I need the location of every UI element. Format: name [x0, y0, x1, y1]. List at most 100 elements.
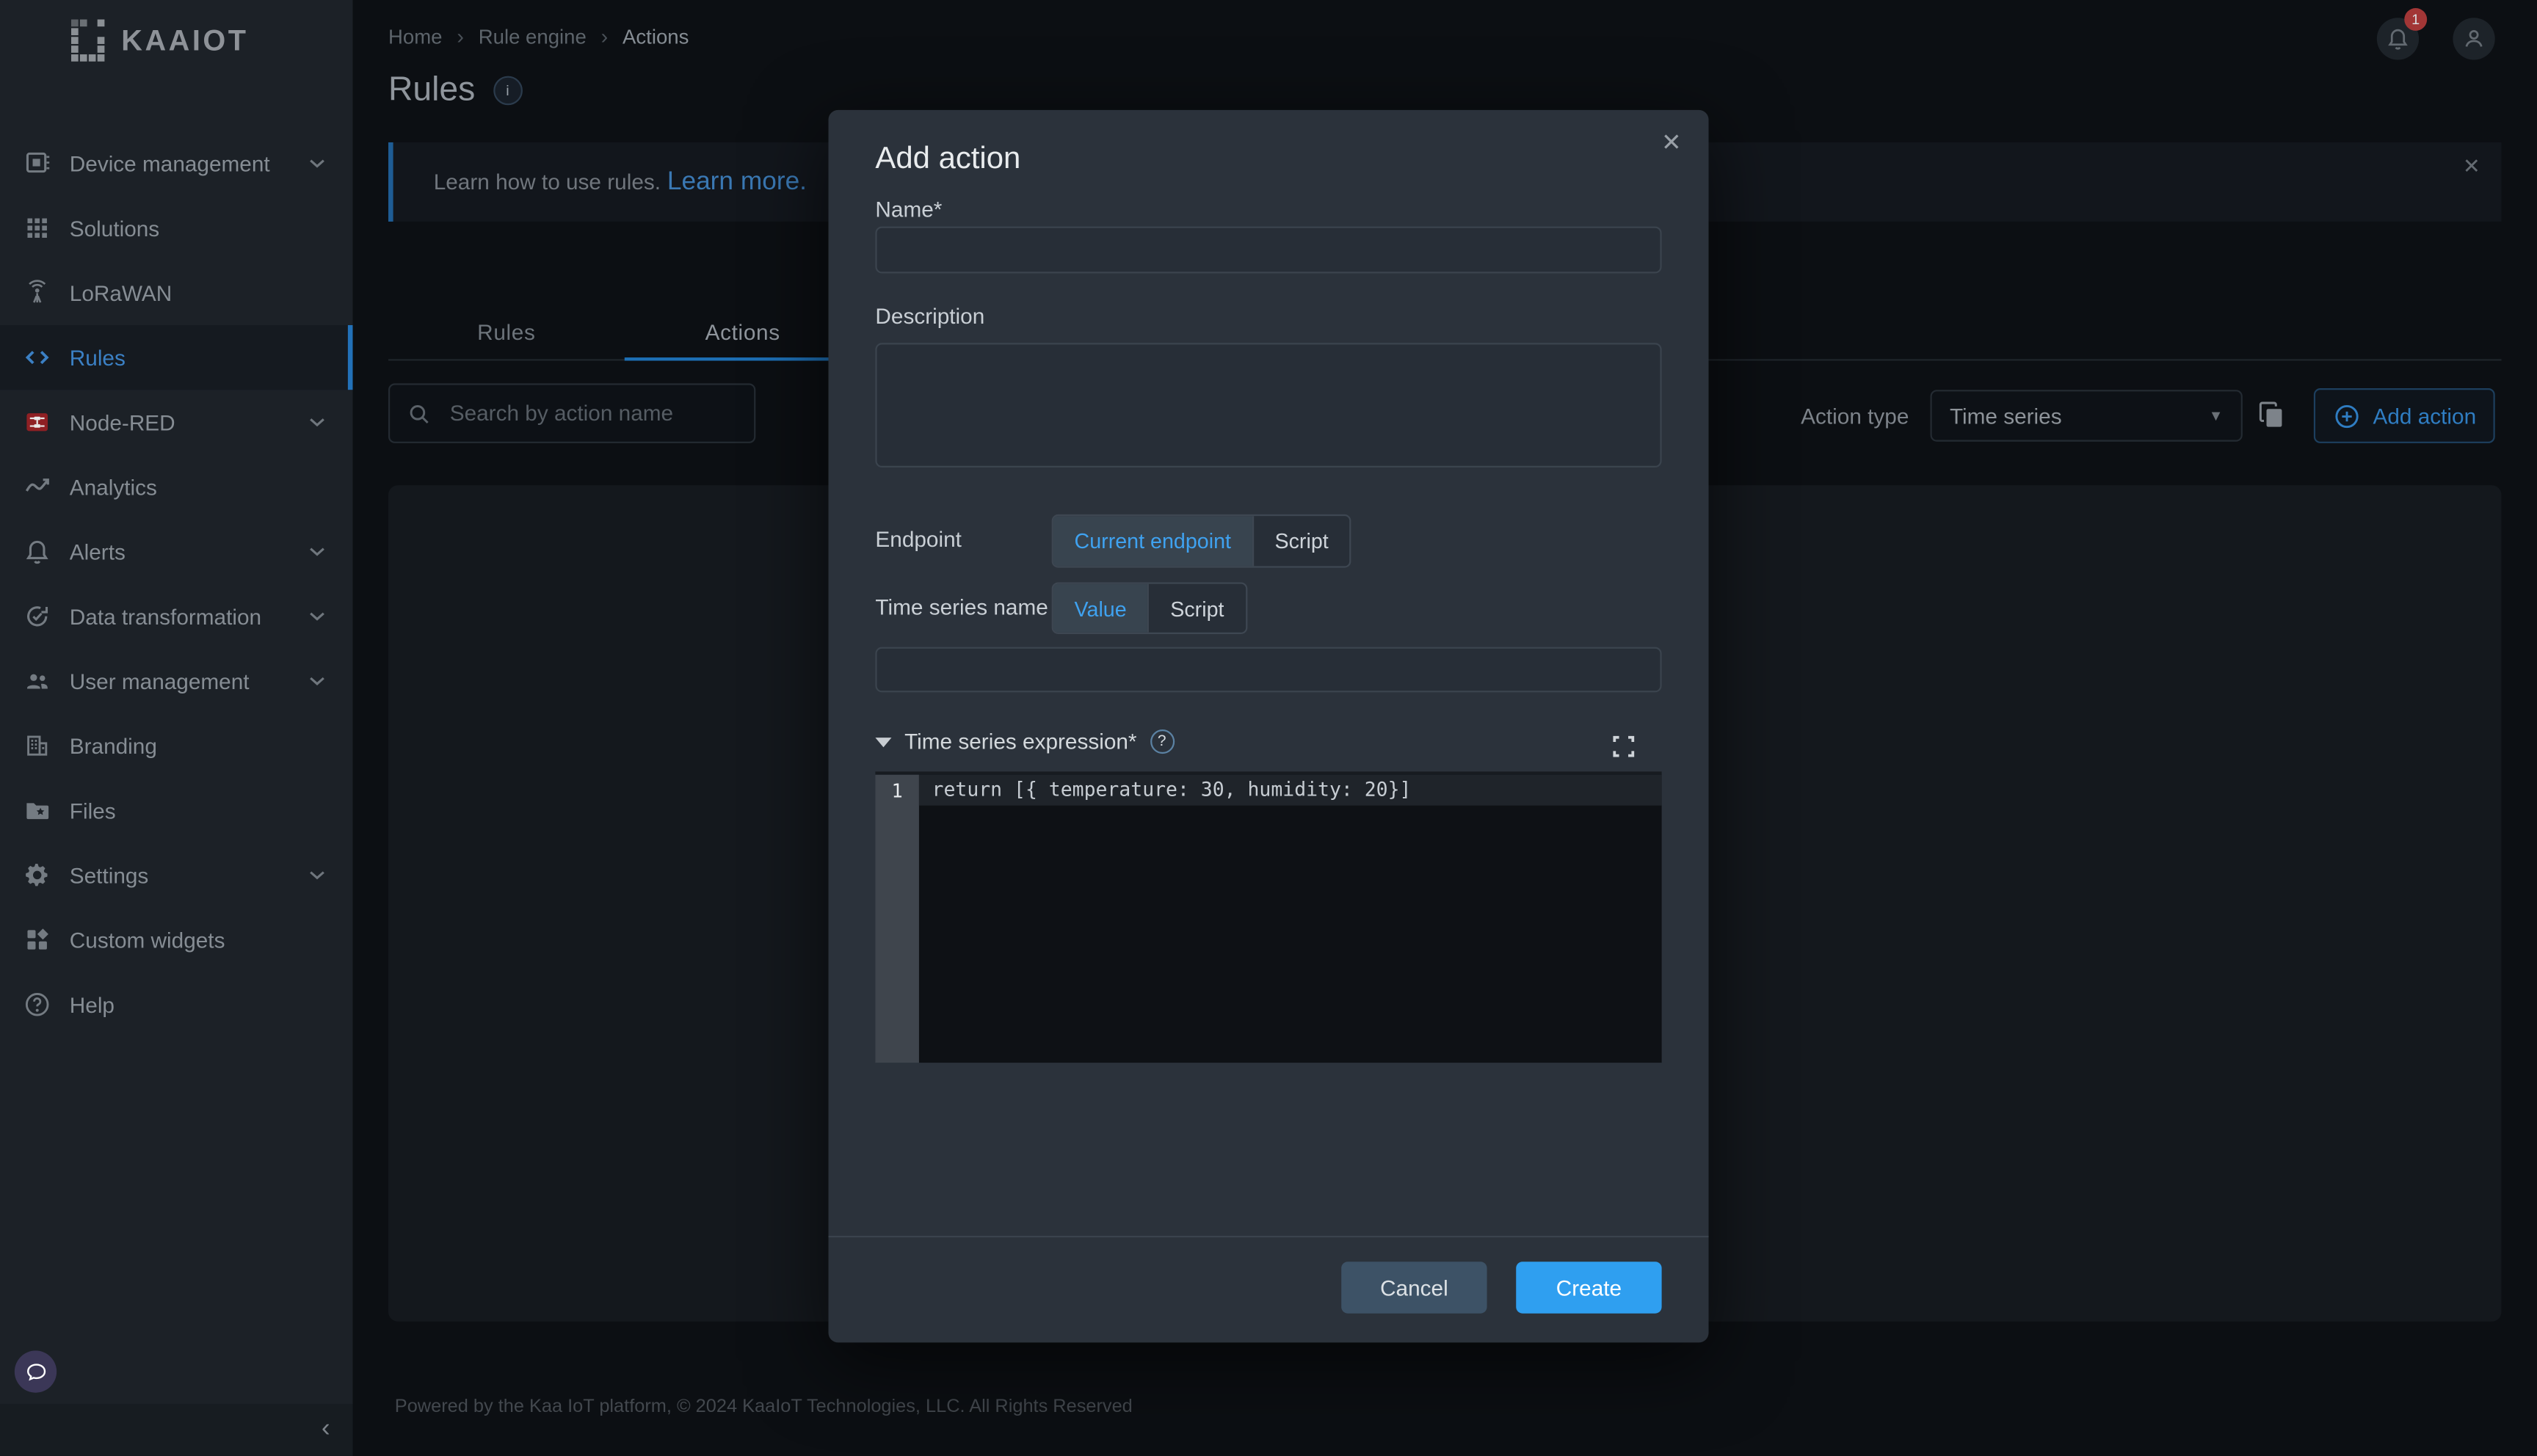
sidebar-item-label: User management — [69, 669, 250, 694]
sidebar-item-rules[interactable]: Rules — [0, 325, 353, 390]
sidebar-item-label: Branding — [69, 733, 157, 758]
description-label: Description — [875, 304, 985, 329]
code-icon — [23, 343, 52, 372]
sidebar-item-alerts[interactable]: Alerts — [0, 520, 352, 584]
banner-learn-more-link[interactable]: Learn more. — [667, 167, 807, 197]
sidebar-item-label: Custom widgets — [69, 928, 225, 953]
antenna-icon — [23, 278, 52, 307]
app-root: KAAIOT Device management Solutions LoRaWAN… — [0, 0, 2537, 1456]
breadcrumb: Home › Rule engine › Actions — [388, 24, 689, 48]
expression-label: Time series expression* — [904, 729, 1137, 754]
add-action-button[interactable]: Add action — [2313, 387, 2495, 443]
breadcrumb-item-rule-engine[interactable]: Rule engine — [479, 25, 587, 48]
sidebar-item-analytics[interactable]: Analytics — [0, 454, 352, 519]
tab-rules[interactable]: Rules — [388, 304, 625, 359]
people-icon — [23, 666, 52, 696]
banner-close-icon[interactable]: ✕ — [2463, 153, 2480, 179]
action-type-select[interactable]: Time series ▼ — [1930, 390, 2243, 442]
info-icon[interactable]: i — [493, 76, 523, 106]
endpoint-label: Endpoint — [875, 527, 962, 552]
node-red-icon — [23, 407, 52, 437]
sidebar-item-label: Alerts — [69, 539, 126, 564]
chevron-down-icon — [304, 150, 330, 176]
name-input[interactable] — [875, 226, 1662, 274]
ts-name-option-script[interactable]: Script — [1147, 583, 1245, 633]
cancel-button[interactable]: Cancel — [1341, 1262, 1487, 1314]
sidebar-item-label: Node-RED — [69, 410, 175, 434]
breadcrumb-separator-icon: › — [457, 24, 464, 49]
sidebar-item-data-transformation[interactable]: Data transformation — [0, 584, 352, 649]
chat-fab-button[interactable] — [14, 1350, 57, 1393]
close-icon[interactable]: ✕ — [1654, 125, 1689, 160]
action-type-label: Action type — [1801, 404, 1909, 429]
sidebar-item-label: Solutions — [69, 216, 160, 241]
editor-gutter: 1 — [875, 774, 919, 1063]
sidebar-item-user-management[interactable]: User management — [0, 649, 352, 713]
sidebar-item-branding[interactable]: Branding — [0, 713, 352, 778]
breadcrumb-item-actions: Actions — [623, 25, 689, 48]
sidebar-item-label: Device management — [69, 151, 270, 176]
sidebar-item-lorawan[interactable]: LoRaWAN — [0, 261, 352, 325]
name-label: Name* — [875, 197, 943, 222]
grid-icon — [23, 214, 52, 243]
description-textarea[interactable] — [875, 343, 1662, 467]
editor-code-area[interactable]: return [{ temperature: 30, humidity: 20}… — [918, 774, 1662, 1063]
chevron-down-icon — [304, 668, 330, 694]
sidebar-item-custom-widgets[interactable]: Custom widgets — [0, 908, 352, 972]
collapse-caret-icon[interactable] — [875, 736, 892, 747]
help-icon[interactable]: ? — [1150, 729, 1175, 754]
chip-icon — [23, 149, 52, 178]
code-line: return [{ temperature: 30, humidity: 20}… — [918, 774, 1662, 806]
user-menu-button[interactable] — [2453, 18, 2495, 60]
sidebar-collapse-bar[interactable]: ‹ — [0, 1404, 353, 1456]
ts-name-option-value[interactable]: Value — [1053, 583, 1148, 633]
chevron-down-icon: ▼ — [2208, 407, 2224, 424]
sidebar-item-device-management[interactable]: Device management — [0, 131, 352, 196]
building-icon — [23, 731, 52, 760]
add-action-modal: ✕ Add action Name* Description Endpoint … — [828, 109, 1709, 1343]
fullscreen-icon[interactable] — [1610, 732, 1637, 760]
sidebar-item-settings[interactable]: Settings — [0, 842, 352, 907]
help-icon — [23, 990, 52, 1019]
sidebar: KAAIOT Device management Solutions LoRaWAN… — [0, 0, 353, 1456]
logo[interactable]: KAAIOT — [70, 19, 249, 63]
sidebar-item-solutions[interactable]: Solutions — [0, 196, 352, 261]
chevron-down-icon — [304, 862, 330, 888]
breadcrumb-item-home[interactable]: Home — [388, 25, 442, 48]
collapse-chevron-icon[interactable]: ‹ — [322, 1416, 330, 1443]
endpoint-option-current-endpoint[interactable]: Current endpoint — [1053, 516, 1252, 567]
sync-icon — [23, 602, 52, 631]
modal-title: Add action — [875, 142, 1021, 177]
bell-icon — [2385, 26, 2411, 51]
tab-actions[interactable]: Actions — [625, 304, 861, 359]
breadcrumb-separator-icon: › — [600, 24, 609, 49]
add-action-label: Add action — [2373, 403, 2477, 428]
time-series-name-label: Time series name — [875, 595, 1048, 620]
footer-copyright: Powered by the Kaa IoT platform, © 2024 … — [394, 1397, 1133, 1417]
endpoint-option-script[interactable]: Script — [1252, 516, 1350, 567]
page-title: Rules — [388, 70, 476, 109]
active-tab-indicator — [624, 357, 861, 361]
sidebar-item-label: Files — [69, 798, 116, 823]
folder-icon — [23, 796, 52, 825]
sidebar-item-label: Data transformation — [69, 604, 262, 629]
endpoint-toggle-group: Current endpoint Script — [1051, 514, 1351, 568]
copy-button[interactable] — [2257, 399, 2288, 430]
modal-footer-divider — [828, 1235, 1709, 1238]
code-editor[interactable]: 1 return [{ temperature: 30, humidity: 2… — [875, 771, 1662, 1063]
notification-badge: 1 — [2404, 8, 2428, 31]
sidebar-item-help[interactable]: Help — [0, 972, 352, 1037]
sidebar-item-files[interactable]: Files — [0, 778, 352, 842]
sidebar-item-node-red[interactable]: Node-RED — [0, 390, 352, 454]
action-type-value: Time series — [1949, 403, 2062, 428]
banner-text: Learn how to use rules. — [433, 170, 661, 194]
logo-text: KAAIOT — [121, 24, 249, 57]
chevron-down-icon — [304, 410, 330, 435]
search-box[interactable] — [388, 383, 756, 443]
chevron-down-icon — [304, 603, 330, 629]
time-series-value-input[interactable] — [875, 647, 1662, 693]
sidebar-item-label: Settings — [69, 862, 149, 887]
search-input[interactable] — [446, 399, 738, 427]
create-button[interactable]: Create — [1516, 1262, 1662, 1314]
sidebar-item-label: Help — [69, 992, 115, 1017]
